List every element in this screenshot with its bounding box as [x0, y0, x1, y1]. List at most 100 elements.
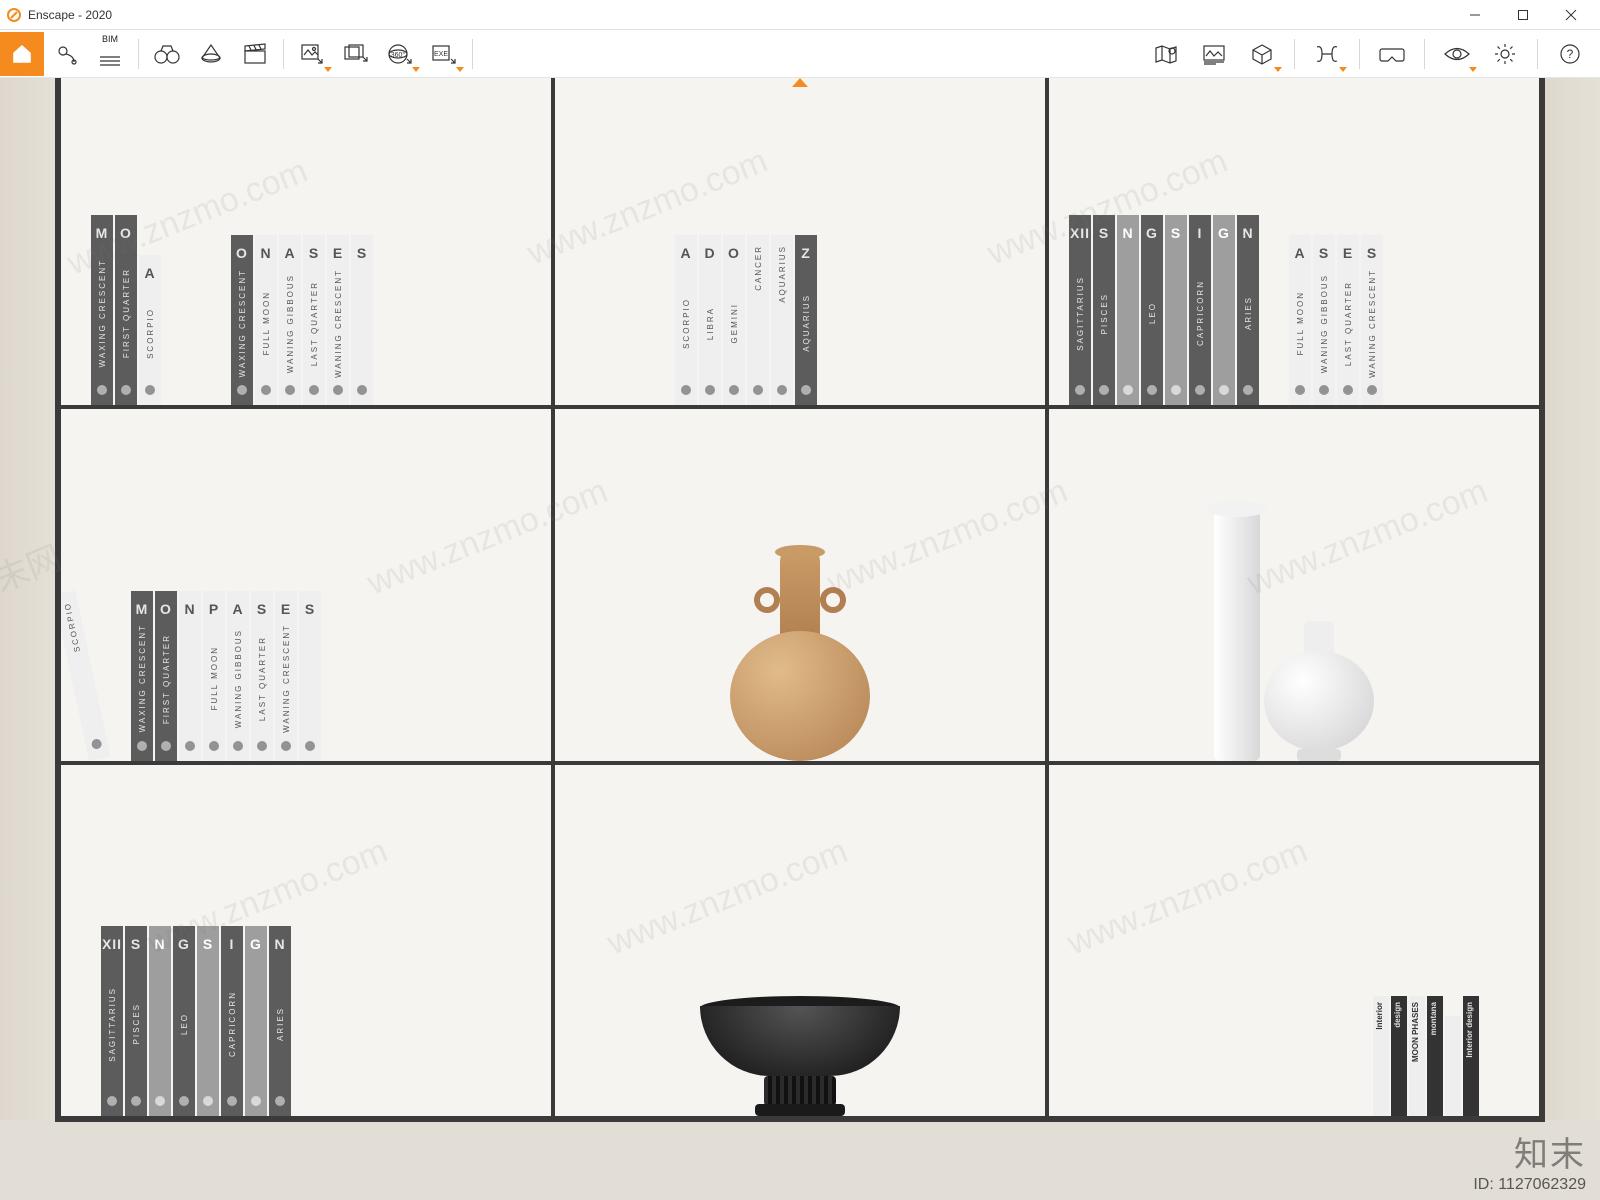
bim-menu-button[interactable]: BIM: [88, 32, 132, 76]
book-cap: O: [120, 225, 132, 241]
book-cap: S: [131, 936, 141, 952]
book-cap: S: [309, 245, 319, 261]
separator: [283, 39, 284, 69]
book-spine: LEO: [180, 1013, 189, 1035]
wall-right: [1540, 78, 1600, 1200]
export-exe-button[interactable]: EXE: [422, 32, 466, 76]
view-cone-button[interactable]: [189, 32, 233, 76]
book-spine: design: [1391, 996, 1404, 1034]
toolbar-left: BIM 360° EXE: [0, 30, 479, 77]
shelf-cell: MWAXING CRESCENT OFIRST QUARTER ASCORPIO…: [59, 78, 553, 407]
credit-brand: 知末: [1473, 1127, 1586, 1176]
book-cap: M: [96, 225, 109, 241]
book-spine: FIRST QUARTER: [122, 268, 131, 358]
book-cap: G: [1146, 225, 1158, 241]
shelf-cell: [553, 763, 1047, 1118]
book-spine: AQUARIUS: [778, 245, 787, 303]
chevron-down-icon: [1339, 67, 1347, 72]
vr-button[interactable]: [1370, 32, 1414, 76]
book-spine: SAGITTARIUS: [1076, 276, 1085, 351]
svg-text:360°: 360°: [391, 51, 406, 59]
book-group: Interior design MOON PHASES montana Inte…: [1373, 996, 1479, 1116]
separator: [1359, 39, 1360, 69]
shelf-cell: [553, 407, 1047, 762]
cube-button[interactable]: [1240, 32, 1284, 76]
book-group: OWAXING CRESCENT NFULL MOON AWANING GIBB…: [231, 235, 373, 405]
book-cap: A: [1294, 245, 1305, 261]
chevron-down-icon: [1469, 67, 1477, 72]
svg-text:EXE: EXE: [434, 51, 448, 58]
maximize-button[interactable]: [1500, 0, 1546, 30]
compare-button[interactable]: [1305, 32, 1349, 76]
app-icon: [6, 7, 22, 23]
book-spine: FULL MOON: [210, 646, 219, 710]
export-batch-button[interactable]: [334, 32, 378, 76]
book-spine: FULL MOON: [262, 291, 271, 355]
black-bowl: [700, 996, 900, 1116]
book-spine: WANING CRESCENT: [1368, 269, 1377, 378]
chevron-down-icon: [456, 67, 464, 72]
book-cap: G: [250, 936, 262, 952]
chevron-down-icon: [1274, 67, 1282, 72]
book-cap: S: [1171, 225, 1181, 241]
book-spine: WAXING CRESCENT: [138, 624, 147, 732]
svg-text:?: ?: [1567, 47, 1574, 61]
book-spine: LIBRA: [706, 307, 715, 340]
clapper-button[interactable]: [233, 32, 277, 76]
settings-button[interactable]: [1483, 32, 1527, 76]
book-spine: LEO: [1148, 302, 1157, 324]
book-cap: S: [305, 601, 315, 617]
wall-left: [0, 78, 60, 1200]
white-vases: [1174, 501, 1414, 761]
separator: [138, 39, 139, 69]
binoculars-button[interactable]: [145, 32, 189, 76]
book-cap: A: [232, 601, 243, 617]
book-cap: N: [274, 936, 285, 952]
close-button[interactable]: [1548, 0, 1594, 30]
map-button[interactable]: [1144, 32, 1188, 76]
book-spine: MOON PHASES: [1409, 996, 1422, 1068]
book-cap: O: [160, 601, 172, 617]
shelf-unit: MWAXING CRESCENT OFIRST QUARTER ASCORPIO…: [55, 78, 1545, 1122]
separator: [1424, 39, 1425, 69]
shelf-cell: XIISAGITTARIUS SPISCES N GLEO S ICAPRICO…: [1047, 78, 1541, 407]
home-button[interactable]: [0, 32, 44, 76]
title-bar: Enscape - 2020: [0, 0, 1600, 30]
visual-style-button[interactable]: [1435, 32, 1479, 76]
pin-button[interactable]: [44, 32, 88, 76]
book-cap: XII: [1070, 225, 1090, 241]
book-cap: S: [203, 936, 213, 952]
book-spine: WANING GIBBOUS: [286, 274, 295, 373]
book-spine: WANING GIBBOUS: [1320, 274, 1329, 373]
credit-id: ID: 1127062329: [1473, 1176, 1586, 1194]
wooden-vase: [720, 541, 880, 761]
book-group: ASCORPIO DLIBRA OGEMINI CANCER AQUARIUS …: [675, 235, 817, 405]
export-360-button[interactable]: 360°: [378, 32, 422, 76]
book-cap: I: [1198, 225, 1203, 241]
manage-views-button[interactable]: [1192, 32, 1236, 76]
export-image-button[interactable]: [290, 32, 334, 76]
expand-caret-icon[interactable]: [792, 78, 808, 87]
window-title: Enscape - 2020: [28, 8, 1452, 22]
book-spine: AQUARIUS: [802, 294, 811, 352]
book-spine: PISCES: [132, 1003, 141, 1044]
viewport[interactable]: MWAXING CRESCENT OFIRST QUARTER ASCORPIO…: [0, 78, 1600, 1200]
book-spine: SCORPIO: [62, 601, 81, 653]
bim-label: BIM: [102, 34, 118, 44]
book-cap: G: [178, 936, 190, 952]
book-spine: WAXING CRESCENT: [98, 259, 107, 367]
book-cap: I: [230, 936, 235, 952]
book-cap: A: [284, 245, 295, 261]
book-cap: P: [209, 601, 219, 617]
help-button[interactable]: ?: [1548, 32, 1592, 76]
book-spine: WANING CRESCENT: [334, 269, 343, 378]
book-spine: LAST QUARTER: [310, 281, 319, 366]
shelf-cell: ASCORPIO DLIBRA OGEMINI CANCER AQUARIUS …: [553, 78, 1047, 407]
book-spine: ARIES: [1244, 296, 1253, 330]
shelf-cell: [1047, 407, 1541, 762]
book-spine: LAST QUARTER: [1344, 281, 1353, 366]
book-spine: montana: [1427, 996, 1440, 1041]
book-cap: G: [1218, 225, 1230, 241]
book-cap: E: [1343, 245, 1353, 261]
minimize-button[interactable]: [1452, 0, 1498, 30]
